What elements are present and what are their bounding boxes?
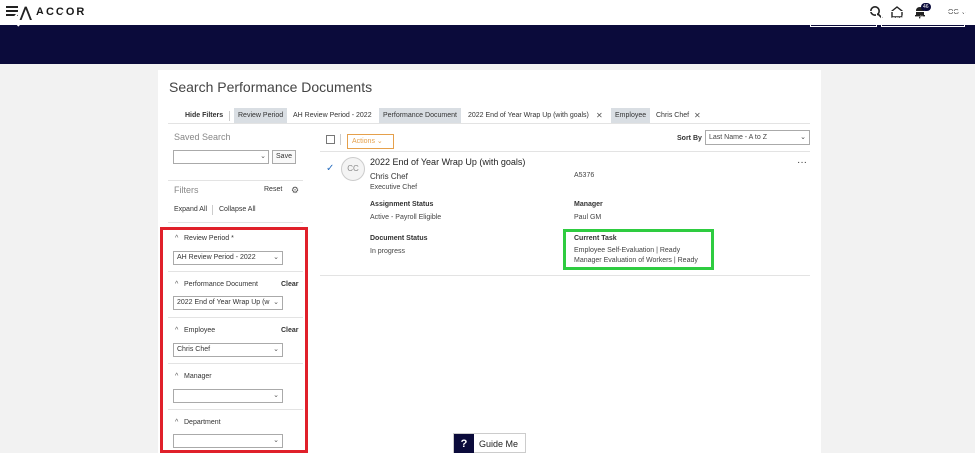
- document-status-label: Document Status: [370, 235, 428, 242]
- highlight-red-box: [160, 227, 308, 453]
- chip-value-review-period: AH Review Period - 2022: [293, 112, 372, 119]
- employee-id: A5376: [574, 172, 595, 179]
- divider: [168, 222, 303, 223]
- filters-label: Filters: [174, 185, 199, 195]
- sort-by-value: Last Name - A to Z: [709, 134, 767, 141]
- divider: [320, 151, 810, 152]
- chevron-down-icon: ⌄: [800, 134, 806, 141]
- reset-link[interactable]: Reset: [264, 186, 282, 193]
- remove-chip-employee-icon[interactable]: ✕: [694, 108, 701, 123]
- document-status-value: In progress: [370, 248, 406, 255]
- document-title-link[interactable]: 2022 End of Year Wrap Up (with goals): [370, 157, 525, 167]
- collapse-all-link[interactable]: Collapse All: [219, 206, 256, 213]
- sort-by-label: Sort By: [677, 135, 702, 142]
- actions-label: Actions: [352, 138, 375, 145]
- save-button[interactable]: Save: [272, 150, 296, 164]
- row-checkmark-icon[interactable]: ✓: [326, 163, 334, 174]
- back-arrow-icon[interactable]: [10, 10, 22, 28]
- send-email-notification-button[interactable]: Send Email Notification: [881, 11, 966, 27]
- page-header: [0, 25, 975, 64]
- chip-value-performance-document: 2022 End of Year Wrap Up (with goals): [468, 112, 589, 119]
- chip-label-employee: Employee: [611, 108, 651, 123]
- guide-me-label: Guide Me: [479, 439, 519, 449]
- manager-label: Manager: [574, 201, 603, 208]
- assignment-status-value: Active - Payroll Eligible: [370, 214, 442, 221]
- chip-label-review-period: Review Period: [234, 108, 288, 123]
- saved-search-label: Saved Search: [174, 132, 231, 142]
- chevron-down-icon: ⌄: [260, 153, 266, 160]
- create-document-button[interactable]: Create Document: [810, 11, 877, 27]
- employee-name: Chris Chef: [370, 172, 408, 181]
- select-all-checkbox[interactable]: [326, 135, 335, 144]
- divider: [212, 205, 213, 215]
- chip-value-employee: Chris Chef: [656, 112, 690, 119]
- divider: [229, 111, 230, 121]
- assignment-status-label: Assignment Status: [370, 201, 434, 208]
- gear-icon[interactable]: ⚙: [291, 185, 299, 196]
- manager-value-text: Paul GM: [574, 214, 602, 221]
- highlight-green-box: [563, 229, 714, 270]
- avatar: CC: [341, 157, 365, 181]
- more-options-icon[interactable]: ···: [797, 157, 807, 168]
- hide-filters-link[interactable]: Hide Filters: [181, 108, 227, 123]
- remove-chip-performance-document-icon[interactable]: ✕: [596, 108, 603, 123]
- expand-all-link[interactable]: Expand All: [174, 206, 207, 213]
- page-title: Performance Documents: [37, 11, 203, 28]
- sort-by-select[interactable]: Last Name - A to Z ⌄: [705, 130, 810, 145]
- search-title: Search Performance Documents: [169, 79, 373, 95]
- divider: [168, 180, 303, 181]
- divider: [320, 275, 810, 276]
- actions-dropdown-button[interactable]: Actions ⌄: [347, 134, 394, 149]
- chevron-down-icon: ⌄: [376, 138, 383, 145]
- divider: [340, 134, 341, 145]
- chip-label-performance-document: Performance Document: [379, 108, 461, 123]
- help-icon: ?: [454, 434, 474, 453]
- guide-me-button[interactable]: ? Guide Me: [453, 433, 526, 453]
- saved-search-select[interactable]: ⌄: [173, 150, 269, 164]
- notification-badge: 46: [921, 3, 931, 11]
- employee-job-title: Executive Chef: [370, 184, 418, 191]
